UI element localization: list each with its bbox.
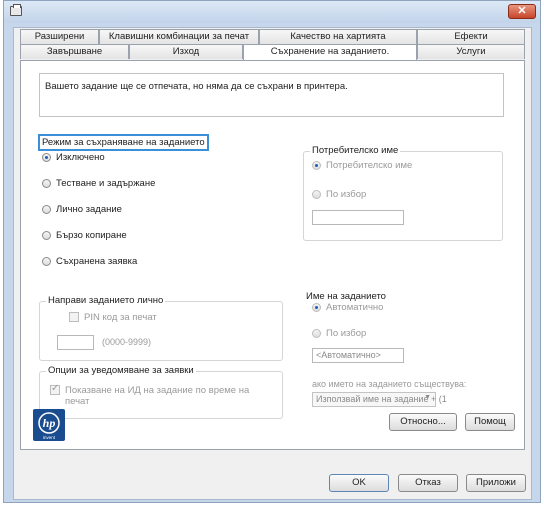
pin-range-hint: (0000-9999)	[102, 337, 152, 347]
radio-stored-job[interactable]: Съхранена заявка	[42, 256, 137, 267]
close-button[interactable]: ✕	[508, 4, 536, 19]
dialog-frame: Разширени Клавишни комбинации за печат К…	[13, 27, 532, 500]
show-job-id-checkbox[interactable]: Показване на ИД на задание по време на п…	[50, 383, 270, 407]
radio-icon	[312, 329, 321, 338]
radio-selected-icon	[42, 153, 51, 162]
tab-effects[interactable]: Ефекти	[417, 29, 525, 44]
printer-icon	[10, 4, 22, 16]
radio-icon	[312, 190, 321, 199]
job-exists-select[interactable]: Използвай име на задание + (1 ▼	[312, 392, 447, 407]
checkbox-icon	[69, 312, 79, 322]
user-name-input[interactable]	[312, 210, 404, 225]
radio-quick-copy[interactable]: Бързо копиране	[42, 230, 127, 241]
make-private-group: Направи заданието лично PIN код за печат…	[39, 295, 283, 361]
radio-proof-and-hold[interactable]: Тестване и задържане	[42, 178, 155, 189]
radio-user-custom[interactable]: По избор	[312, 189, 366, 200]
make-private-legend: Направи заданието лично	[46, 295, 166, 306]
ok-button[interactable]: OK	[329, 474, 389, 492]
radio-label: Тестване и задържане	[56, 178, 156, 189]
radio-off[interactable]: Изключено	[42, 152, 105, 163]
radio-user-name[interactable]: Потребителско име	[312, 160, 412, 171]
status-message: Вашето задание ще се отпечата, но няма д…	[39, 73, 504, 117]
pin-checkbox[interactable]: PIN код за печат	[69, 312, 157, 323]
hp-logo-icon: hp invent	[33, 409, 65, 441]
title-bar: ✕	[4, 1, 540, 23]
notify-legend: Опции за уведомяване за заявки	[46, 365, 196, 376]
tab-services[interactable]: Услуги	[417, 44, 525, 59]
radio-icon	[42, 231, 51, 240]
radio-label: Лично задание	[56, 204, 122, 215]
tab-row-back: Разширени Клавишни комбинации за печат К…	[20, 29, 525, 44]
job-name-input[interactable]: <Автоматично>	[312, 348, 404, 363]
tab-paper-quality[interactable]: Качество на хартията	[259, 29, 417, 44]
about-button[interactable]: Относно...	[389, 413, 457, 431]
tab-advanced[interactable]: Разширени	[20, 29, 99, 44]
radio-icon	[42, 179, 51, 188]
chevron-down-icon: ▼	[424, 394, 431, 401]
radio-label: По избор	[326, 189, 367, 200]
radio-icon	[42, 205, 51, 214]
cancel-button[interactable]: Отказ	[398, 474, 458, 492]
radio-label: Съхранена заявка	[56, 256, 138, 267]
logo-text: invent	[43, 435, 56, 440]
storage-mode-legend: Режим за съхраняване на заданието	[38, 134, 209, 151]
radio-label: Бързо копиране	[56, 230, 127, 241]
user-name-group: Потребителско име Потребителско име По и…	[303, 145, 503, 241]
radio-icon	[42, 257, 51, 266]
apply-button[interactable]: Приложи	[466, 474, 526, 492]
radio-selected-icon	[312, 303, 321, 312]
print-properties-window: ✕ Разширени Клавишни комбинации за печат…	[3, 0, 541, 503]
tab-row-front: Завършване Изход Съхранение на заданието…	[20, 44, 525, 61]
tab-output[interactable]: Изход	[129, 44, 243, 59]
user-name-legend: Потребителско име	[310, 145, 401, 156]
radio-label: Потребителско име	[326, 160, 413, 171]
job-exists-label: ако името на заданието съществува:	[312, 379, 467, 389]
radio-job-custom[interactable]: По избор	[312, 328, 366, 339]
radio-selected-icon	[312, 161, 321, 170]
help-button[interactable]: Помощ	[465, 413, 515, 431]
tab-shortcuts[interactable]: Клавишни комбинации за печат	[99, 29, 259, 44]
storage-mode-group: Режим за съхраняване на заданието Изключ…	[38, 134, 274, 303]
radio-personal-job[interactable]: Лично задание	[42, 204, 122, 215]
tab-job-storage[interactable]: Съхранение на заданието.	[243, 44, 417, 61]
pin-input[interactable]	[57, 335, 94, 350]
radio-label: Изключено	[56, 152, 105, 163]
job-storage-panel: Вашето задание ще се отпечата, но няма д…	[20, 60, 525, 450]
tab-finishing[interactable]: Завършване	[20, 44, 129, 59]
svg-text:hp: hp	[43, 416, 56, 430]
notify-group: Опции за уведомяване за заявки Показване…	[39, 365, 283, 419]
job-name-legend: Име на заданието	[304, 291, 388, 302]
checkbox-label: PIN код за печат	[84, 312, 157, 323]
radio-label: По избор	[326, 328, 367, 339]
checkbox-checked-icon	[50, 383, 60, 395]
radio-job-auto[interactable]: Автоматично	[312, 302, 383, 313]
radio-label: Автоматично	[326, 302, 384, 313]
checkbox-label: Показване на ИД на задание по време на п…	[65, 385, 250, 407]
